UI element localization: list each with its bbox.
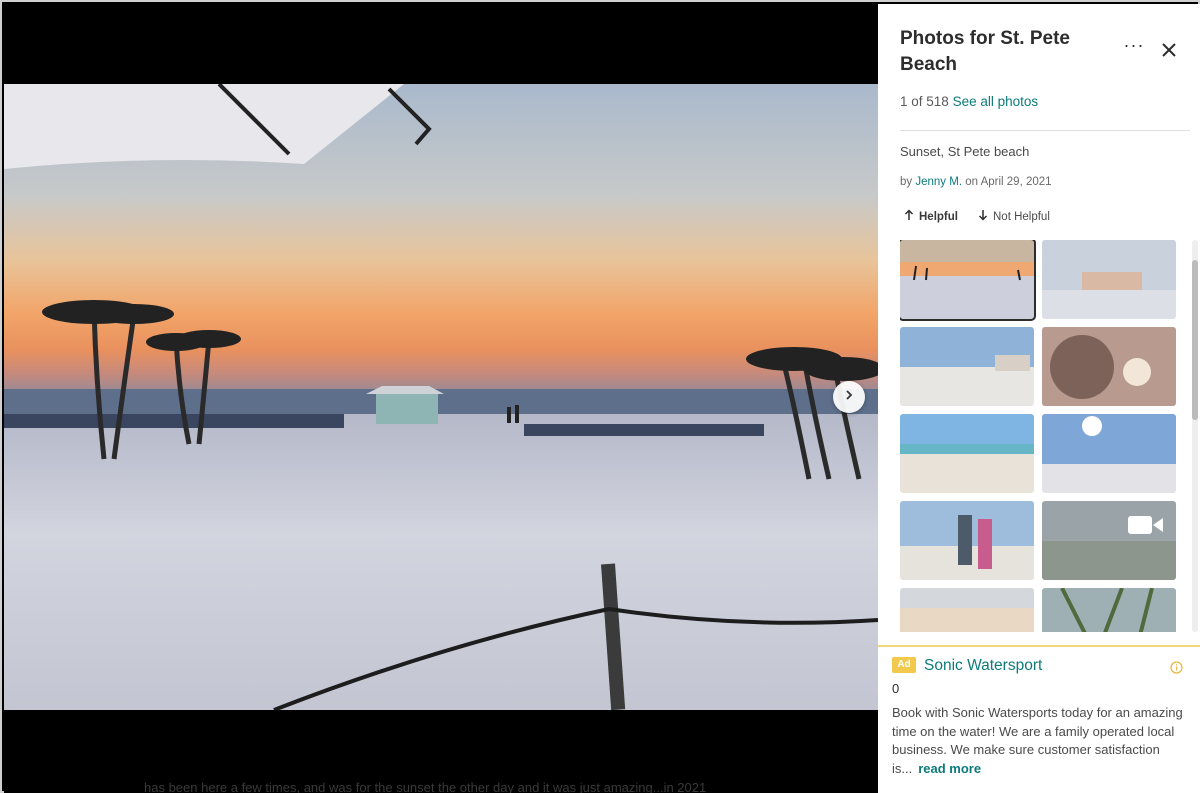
video-camera-icon	[1128, 513, 1164, 537]
arrow-down-icon	[978, 209, 988, 224]
photo-viewer: has been here a few times, and was for t…	[4, 4, 878, 793]
more-dots-icon: ···	[1123, 35, 1145, 55]
not-helpful-label: Not Helpful	[993, 210, 1050, 223]
thumb-hotel-beach[interactable]	[1042, 240, 1176, 319]
thumbnail-scrollbar[interactable]	[1192, 240, 1198, 632]
thumb-couple-beach[interactable]	[900, 501, 1034, 580]
photo-lightbox: has been here a few times, and was for t…	[0, 0, 1200, 793]
thumb-selfie-sun[interactable]	[1042, 327, 1176, 406]
thumb-video-waves[interactable]	[1042, 501, 1176, 580]
thumbnail-grid	[900, 240, 1176, 632]
divider	[900, 130, 1190, 131]
sponsored-ad: Ad Sonic Watersport 0 Book with Sonic Wa…	[878, 645, 1200, 793]
see-all-photos-link[interactable]: See all photos	[953, 94, 1039, 109]
photo-index-text: 1 of 518	[900, 94, 949, 109]
author-link[interactable]: Jenny M.	[915, 176, 962, 188]
ad-rating: 0	[892, 681, 900, 696]
ad-business-link[interactable]: Sonic Watersport	[924, 657, 1042, 675]
more-options-button[interactable]: ···	[1122, 35, 1146, 58]
close-icon	[1161, 43, 1177, 62]
ad-badge: Ad	[892, 657, 916, 673]
thumb-sunny-beach[interactable]	[1042, 414, 1176, 493]
next-photo-button[interactable]	[833, 381, 865, 413]
photo-details-panel: Photos for St. Pete Beach ··· 1 of 518 S…	[878, 4, 1200, 793]
read-more-link[interactable]: read more	[918, 761, 981, 776]
not-helpful-button[interactable]: Not Helpful	[978, 209, 1050, 224]
photo-count: 1 of 518 See all photos	[900, 94, 1038, 109]
thumb-hazy-sky[interactable]	[900, 588, 1034, 632]
photo-date: on April 29, 2021	[965, 176, 1052, 188]
scrollbar-thumb[interactable]	[1192, 260, 1198, 420]
thumb-shoreline[interactable]	[900, 414, 1034, 493]
arrow-up-icon	[904, 209, 914, 224]
helpful-label: Helpful	[919, 210, 958, 223]
thumb-sunset-beach[interactable]	[900, 240, 1036, 321]
photo-byline: by Jenny M. on April 29, 2021	[900, 176, 1052, 188]
ad-description: Book with Sonic Watersports today for an…	[892, 704, 1194, 778]
main-photo	[4, 84, 878, 710]
info-icon[interactable]	[1170, 661, 1183, 674]
photo-caption: Sunset, St Pete beach	[900, 144, 1030, 159]
close-button[interactable]	[1161, 42, 1181, 62]
background-review-snippet: has been here a few times, and was for t…	[144, 780, 707, 793]
byline-prefix: by	[900, 176, 913, 188]
thumb-crowded-beach[interactable]	[900, 327, 1034, 406]
helpful-button[interactable]: Helpful	[904, 209, 958, 224]
chevron-right-icon	[843, 388, 855, 406]
panel-title: Photos for St. Pete Beach	[900, 28, 1070, 75]
thumb-palm-leaves[interactable]	[1042, 588, 1176, 632]
